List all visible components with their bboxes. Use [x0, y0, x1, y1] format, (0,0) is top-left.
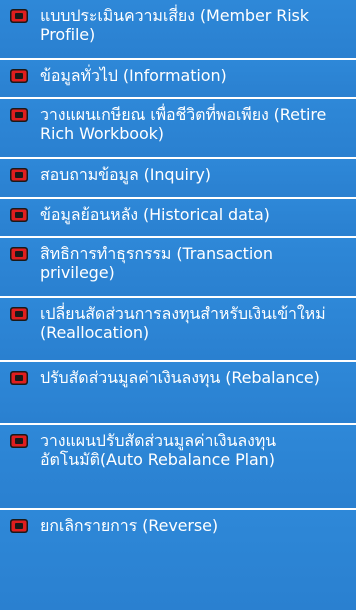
menu-item-information[interactable]: ข้อมูลทั่วไป (Information): [0, 60, 356, 99]
menu-item-historical-data[interactable]: ข้อมูลย้อนหลัง (Historical data): [0, 199, 356, 238]
bullet-icon: [10, 247, 28, 261]
side-menu: แบบประเมินความเสี่ยง (Member Risk Profil…: [0, 0, 356, 610]
bullet-icon: [10, 168, 28, 182]
menu-item-label: ปรับสัดส่วนมูลค่าเงินลงทุน (Rebalance): [40, 368, 320, 387]
menu-item-inquiry[interactable]: สอบถามข้อมูล (Inquiry): [0, 159, 356, 199]
bullet-icon: [10, 9, 28, 23]
bullet-icon: [10, 434, 28, 448]
menu-item-label: ข้อมูลย้อนหลัง (Historical data): [40, 205, 270, 224]
menu-item-label: วางแผนเกษียณ เพื่อชีวิตที่พอเพียง (Retir…: [40, 105, 327, 143]
bullet-icon: [10, 108, 28, 122]
bullet-icon: [10, 371, 28, 385]
menu-item-risk-profile[interactable]: แบบประเมินความเสี่ยง (Member Risk Profil…: [0, 0, 356, 60]
menu-item-label: แบบประเมินความเสี่ยง (Member Risk Profil…: [40, 6, 309, 44]
bullet-icon: [10, 208, 28, 222]
bullet-icon: [10, 307, 28, 321]
menu-item-auto-rebalance-plan[interactable]: วางแผนปรับสัดส่วนมูลค่าเงินลงทุนอัตโนมัต…: [0, 425, 356, 510]
bullet-icon: [10, 69, 28, 83]
menu-item-label: ข้อมูลทั่วไป (Information): [40, 66, 227, 85]
menu-item-transaction-privilege[interactable]: สิทธิการทำธุรกรรม (Transaction privilege…: [0, 238, 356, 298]
bullet-icon: [10, 519, 28, 533]
menu-item-label: สิทธิการทำธุรกรรม (Transaction privilege…: [40, 244, 273, 282]
menu-item-label: ยกเลิกรายการ (Reverse): [40, 516, 219, 535]
menu-item-retire-rich-workbook[interactable]: วางแผนเกษียณ เพื่อชีวิตที่พอเพียง (Retir…: [0, 99, 356, 159]
menu-item-label: สอบถามข้อมูล (Inquiry): [40, 165, 211, 184]
menu-item-reallocation[interactable]: เปลี่ยนสัดส่วนการลงทุนสำหรับเงินเข้าใหม่…: [0, 298, 356, 362]
menu-item-rebalance[interactable]: ปรับสัดส่วนมูลค่าเงินลงทุน (Rebalance): [0, 362, 356, 425]
menu-item-reverse[interactable]: ยกเลิกรายการ (Reverse): [0, 510, 356, 610]
menu-item-label: เปลี่ยนสัดส่วนการลงทุนสำหรับเงินเข้าใหม่…: [40, 304, 326, 342]
menu-item-label: วางแผนปรับสัดส่วนมูลค่าเงินลงทุนอัตโนมัต…: [40, 431, 277, 469]
